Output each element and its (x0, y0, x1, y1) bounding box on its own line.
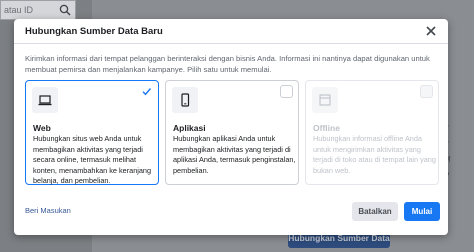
store-icon (312, 87, 338, 113)
start-button[interactable]: Mulai (404, 202, 440, 221)
cancel-button[interactable]: Batalkan (352, 202, 398, 221)
option-description-offline: Hubungkan informasi offline Anda untuk m… (313, 134, 436, 175)
background-search-placeholder: atau ID (4, 5, 34, 15)
dialog-header: Hubungkan Sumber Data Baru (14, 19, 448, 44)
option-description-web: Hubungkan situs web Anda untuk membagika… (33, 134, 152, 185)
laptop-icon (32, 87, 58, 113)
option-card-offline: Offline Hubungkan informasi offline Anda… (305, 80, 439, 185)
dialog-description: Kirimkan informasi dari tempat pelanggan… (25, 54, 430, 74)
connect-data-source-dialog: Hubungkan Sumber Data Baru Kirimkan info… (14, 19, 448, 235)
dialog-title: Hubungkan Sumber Data Baru (25, 26, 163, 37)
close-icon[interactable] (425, 25, 437, 37)
checkmark-icon[interactable] (140, 85, 153, 98)
feedback-link[interactable]: Beri Masukan (25, 206, 71, 215)
option-description-app: Hubungkan aplikasi Anda untuk membagikan… (173, 134, 296, 175)
search-icon (59, 4, 71, 16)
option-title-web: Web (33, 123, 51, 133)
option-title-offline: Offline (313, 123, 340, 133)
background-search-input: atau ID (0, 0, 76, 20)
mobile-phone-icon (172, 87, 198, 113)
option-card-web[interactable]: Web Hubungkan situs web Anda untuk memba… (25, 80, 159, 185)
option-checkbox-offline (420, 85, 433, 98)
option-card-app[interactable]: Aplikasi Hubungkan aplikasi Anda untuk m… (165, 80, 299, 185)
option-title-app: Aplikasi (173, 123, 206, 133)
option-checkbox-app[interactable] (280, 85, 293, 98)
